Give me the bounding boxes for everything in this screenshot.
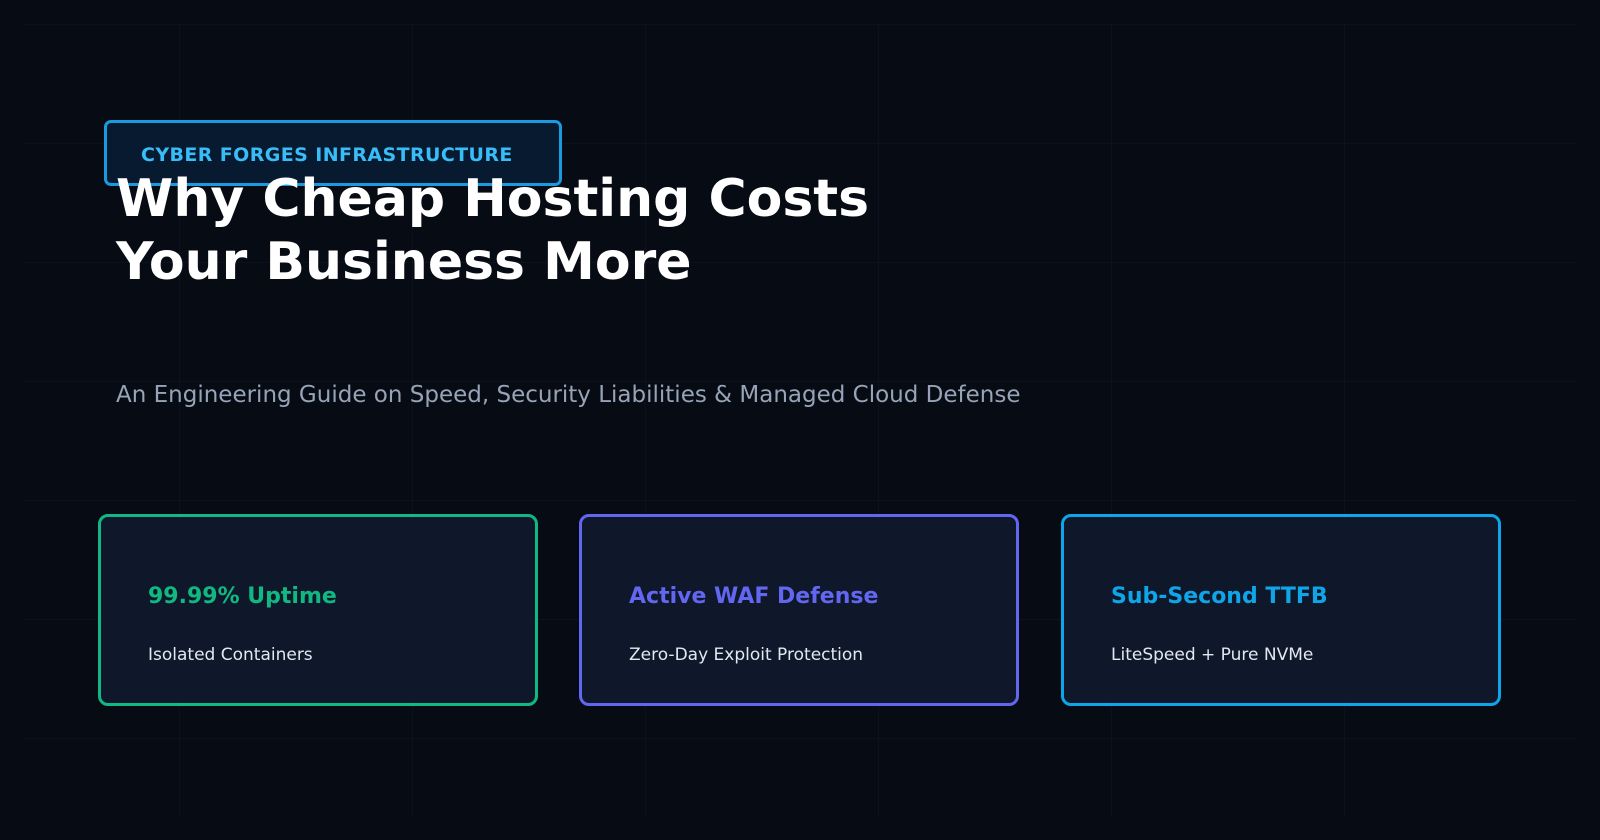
feature-card-uptime: 99.99% Uptime Isolated Containers [98, 514, 538, 706]
page-subtitle: An Engineering Guide on Speed, Security … [116, 382, 1021, 408]
feature-card-ttfb: Sub-Second TTFB LiteSpeed + Pure NVMe [1061, 514, 1501, 706]
feature-card-description: LiteSpeed + Pure NVMe [1111, 645, 1314, 665]
category-badge-label: CYBER FORGES INFRASTRUCTURE [141, 144, 513, 166]
page-title-line-1: Why Cheap Hosting Costs [116, 169, 870, 229]
page-title-line-2: Your Business More [116, 232, 692, 292]
feature-card-title: Sub-Second TTFB [1111, 584, 1328, 609]
feature-card-description: Zero-Day Exploit Protection [629, 645, 864, 665]
page-title: Why Cheap Hosting Costs Your Business Mo… [116, 168, 869, 294]
feature-card-title: 99.99% Uptime [148, 584, 337, 609]
feature-card-description: Isolated Containers [148, 645, 313, 665]
feature-card-title: Active WAF Defense [629, 584, 879, 609]
feature-card-waf: Active WAF Defense Zero-Day Exploit Prot… [579, 514, 1019, 706]
